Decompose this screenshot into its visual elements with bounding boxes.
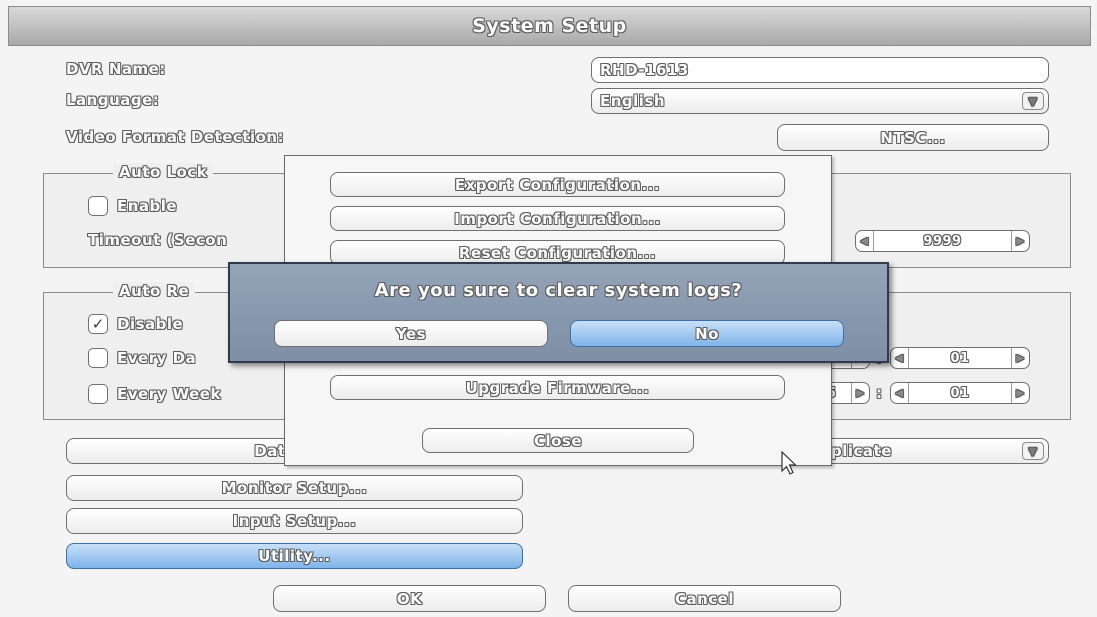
week-minute-value: 01 (950, 385, 970, 401)
check-icon: ✓ (91, 315, 105, 333)
timeout-value: 9999 (923, 233, 962, 249)
cancel-button[interactable]: Cancel (568, 585, 841, 612)
dvr-name-label: DVR Name: (66, 60, 166, 78)
language-value: English (600, 92, 666, 110)
auto-lock-legend: Auto Lock (113, 163, 214, 181)
triangle-right-icon[interactable]: ▶ (1011, 348, 1029, 368)
window-title: System Setup (8, 6, 1091, 46)
close-button[interactable]: Close (422, 428, 694, 453)
reboot-every-day-label: Every Da (117, 349, 197, 367)
day-minute-spinner[interactable]: ◀ 01 ▶ (890, 347, 1030, 369)
reboot-every-week-label: Every Week (117, 385, 221, 403)
triangle-right-icon[interactable]: ▶ (1011, 231, 1029, 251)
export-configuration-button[interactable]: Export Configuration... (330, 172, 785, 197)
confirm-dialog: Are you sure to clear system logs? Yes N… (228, 262, 889, 363)
triangle-left-icon[interactable]: ◀ (891, 348, 909, 368)
import-configuration-button[interactable]: Import Configuration... (330, 206, 785, 231)
auto-reboot-legend: Auto Re (113, 282, 196, 300)
duplicate-select[interactable]: plicate ▼ (810, 438, 1049, 464)
triangle-left-icon[interactable]: ◀ (856, 231, 874, 251)
language-select[interactable]: English ▼ (591, 88, 1049, 114)
language-label: Language: (66, 91, 160, 109)
auto-lock-enable-label: Enable (117, 197, 178, 215)
confirm-message: Are you sure to clear system logs? (374, 280, 743, 301)
utility-button[interactable]: Utility... (66, 543, 523, 569)
dvr-name-value: RHD-1613 (600, 61, 689, 79)
timeout-label: Timeout (Secon (88, 231, 228, 249)
reboot-disable-checkbox[interactable]: ✓ (88, 314, 108, 334)
dvr-name-input[interactable]: RHD-1613 (591, 57, 1049, 83)
yes-button[interactable]: Yes (274, 320, 548, 347)
no-button[interactable]: No (570, 320, 844, 347)
reboot-disable-label: Disable (117, 315, 184, 333)
monitor-setup-button[interactable]: Monitor Setup... (66, 475, 523, 501)
upgrade-firmware-button[interactable]: Upgrade Firmware... (330, 375, 785, 400)
week-minute-spinner[interactable]: ◀ 01 ▶ (890, 382, 1030, 404)
day-minute-value: 01 (950, 350, 970, 366)
chevron-down-icon: ▼ (1022, 92, 1044, 110)
video-format-label: Video Format Detection: (66, 128, 285, 146)
triangle-left-icon[interactable]: ◀ (891, 383, 909, 403)
reboot-every-day-checkbox[interactable] (88, 348, 108, 368)
input-setup-button[interactable]: Input Setup... (66, 508, 523, 534)
mouse-pointer-icon (781, 451, 797, 475)
week-time-separator: : (876, 384, 883, 402)
auto-lock-enable-checkbox[interactable] (88, 196, 108, 216)
chevron-down-icon: ▼ (1022, 442, 1044, 460)
timeout-spinner[interactable]: ◀ 9999 ▶ (855, 230, 1030, 252)
reboot-every-week-checkbox[interactable] (88, 384, 108, 404)
video-format-button[interactable]: NTSC... (777, 124, 1049, 151)
triangle-right-icon[interactable]: ▶ (851, 383, 869, 403)
triangle-right-icon[interactable]: ▶ (1011, 383, 1029, 403)
ok-button[interactable]: OK (273, 585, 546, 612)
